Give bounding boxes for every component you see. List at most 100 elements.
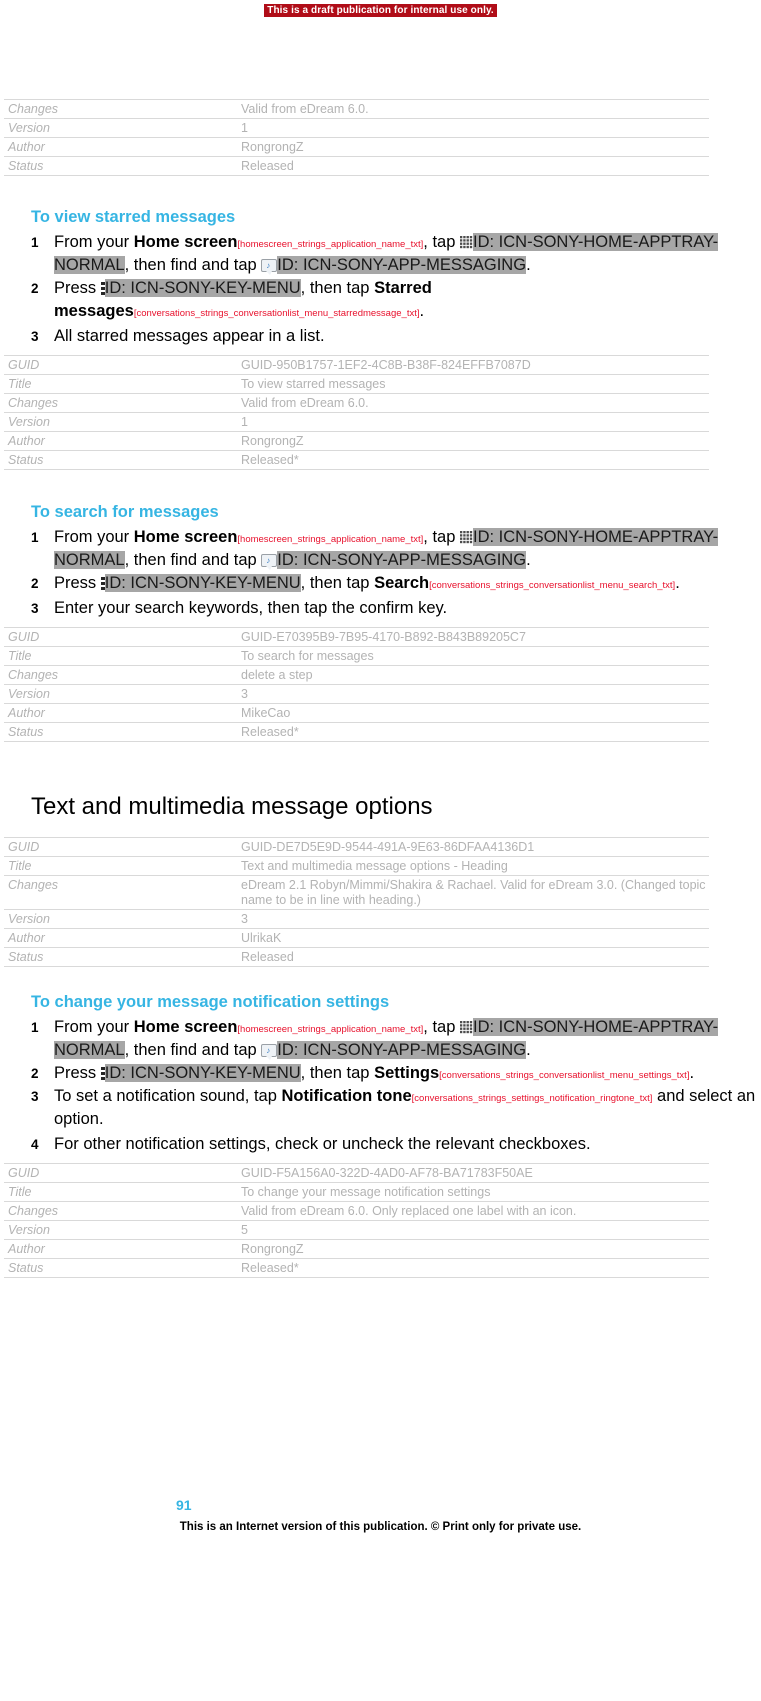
list-item: 3 Enter your search keywords, then tap t… bbox=[31, 597, 761, 620]
step-text-run: , then find and tap bbox=[124, 256, 262, 274]
step-text-run: . bbox=[526, 1041, 531, 1059]
step-text-run: To set a notification sound, tap bbox=[54, 1087, 282, 1105]
metadata-value: GUID-F5A156A0-322D-4AD0-AF78-BA71783F50A… bbox=[237, 1163, 709, 1183]
metadata-table-continuation: Changes Valid from eDream 6.0. Version 1… bbox=[4, 99, 709, 176]
key-menu-icon bbox=[100, 282, 105, 295]
table-row: GUID GUID-F5A156A0-322D-4AD0-AF78-BA71783… bbox=[4, 1163, 709, 1183]
metadata-key: Status bbox=[4, 1258, 237, 1278]
metadata-value: To search for messages bbox=[237, 646, 709, 666]
section-heading-starred: To view starred messages bbox=[31, 208, 236, 226]
table-row: Changes delete a step bbox=[4, 665, 709, 685]
step-text-run: . bbox=[526, 256, 531, 274]
step-text-run: , then tap bbox=[300, 279, 375, 297]
step-text-run: . bbox=[689, 1064, 695, 1082]
page-content: Changes Valid from eDream 6.0. Version 1… bbox=[0, 0, 761, 1278]
table-row: Version 5 bbox=[4, 1220, 709, 1240]
messaging-app-icon: ♪ bbox=[261, 259, 278, 275]
metadata-table-notification: GUID GUID-F5A156A0-322D-4AD0-AF78-BA71783… bbox=[4, 1163, 709, 1278]
table-row: Status Released* bbox=[4, 1258, 709, 1278]
metadata-value: 5 bbox=[237, 1220, 709, 1240]
table-row: GUID GUID-950B1757-1EF2-4C8B-B38F-824EFFB… bbox=[4, 355, 709, 375]
metadata-key: Status bbox=[4, 722, 237, 742]
table-row: Status Released* bbox=[4, 722, 709, 742]
key-menu-icon bbox=[100, 577, 105, 590]
metadata-value: delete a step bbox=[237, 665, 709, 685]
step-text-run: . bbox=[675, 574, 680, 592]
ui-label: Settings bbox=[374, 1064, 440, 1082]
metadata-table-chapter: GUID GUID-DE7D5E9D-9544-491A-9E63-86DFAA4… bbox=[4, 837, 709, 967]
step-text: Enter your search keywords, then tap the… bbox=[54, 599, 447, 617]
table-row: Version 3 bbox=[4, 909, 709, 929]
metadata-value: Released bbox=[237, 947, 709, 967]
table-row: GUID GUID-E70395B9-7B95-4170-B892-B843B89… bbox=[4, 627, 709, 647]
page-number: 91 bbox=[176, 1497, 192, 1513]
step-text-run: , tap bbox=[423, 1018, 460, 1036]
step-text: To set a notification sound, tap Notific… bbox=[54, 1087, 755, 1128]
table-row: Status Released* bbox=[4, 450, 709, 470]
icon-id-highlight: ID: ICN-SONY-APP-MESSAGING bbox=[277, 1041, 527, 1059]
metadata-key: GUID bbox=[4, 1163, 237, 1183]
icon-id-highlight: ID: ICN-SONY-APP-MESSAGING bbox=[277, 256, 527, 274]
step-text-run: Press bbox=[54, 574, 101, 592]
metadata-key: Title bbox=[4, 1182, 237, 1202]
metadata-value: MikeCao bbox=[237, 703, 709, 723]
metadata-key: Changes bbox=[4, 99, 237, 119]
metadata-key: Title bbox=[4, 646, 237, 666]
procedure-steps-starred: 1 From your Home screen[homescreen_strin… bbox=[31, 231, 761, 348]
table-row: Version 1 bbox=[4, 118, 709, 138]
table-row: Title To search for messages bbox=[4, 646, 709, 666]
metadata-key: GUID bbox=[4, 837, 237, 857]
list-item: 3 All starred messages appear in a list. bbox=[31, 325, 761, 348]
metadata-value: 3 bbox=[237, 909, 709, 929]
ui-label: Home screen bbox=[133, 528, 238, 546]
section-heading-search: To search for messages bbox=[31, 503, 219, 521]
metadata-key: Version bbox=[4, 1220, 237, 1240]
metadata-value: GUID-950B1757-1EF2-4C8B-B38F-824EFFB7087… bbox=[237, 355, 709, 375]
metadata-value: RongrongZ bbox=[237, 1239, 709, 1259]
step-number: 4 bbox=[31, 1137, 39, 1152]
metadata-value: Released bbox=[237, 156, 709, 176]
step-text: Press ID: ICN-SONY-KEY-MENU, then tap St… bbox=[54, 279, 432, 320]
step-text: All starred messages appear in a list. bbox=[54, 327, 325, 345]
step-number: 3 bbox=[31, 329, 39, 344]
string-id: [homescreen_strings_application_name_txt… bbox=[237, 534, 424, 545]
metadata-value: GUID-DE7D5E9D-9544-491A-9E63-86DFAA4136D… bbox=[237, 837, 709, 857]
messaging-app-icon: ♪ bbox=[261, 554, 278, 570]
ui-label: Notification tone bbox=[281, 1087, 412, 1105]
list-item: 1 From your Home screen[homescreen_strin… bbox=[31, 231, 761, 277]
table-row: Changes Valid from eDream 6.0. Only repla… bbox=[4, 1201, 709, 1221]
apptray-grid-icon bbox=[460, 1021, 473, 1034]
metadata-table-search: GUID GUID-E70395B9-7B95-4170-B892-B843B89… bbox=[4, 627, 709, 742]
section-heading-notification: To change your message notification sett… bbox=[31, 993, 390, 1011]
ui-label: Home screen bbox=[133, 1018, 238, 1036]
metadata-key: GUID bbox=[4, 355, 237, 375]
metadata-value: Valid from eDream 6.0. bbox=[237, 393, 709, 413]
metadata-value: Released* bbox=[237, 450, 709, 470]
step-number: 3 bbox=[31, 601, 39, 616]
step-text-run: Press bbox=[54, 1064, 101, 1082]
table-row: Author MikeCao bbox=[4, 703, 709, 723]
table-row: Author RongrongZ bbox=[4, 431, 709, 451]
metadata-key: Author bbox=[4, 431, 237, 451]
metadata-value: Text and multimedia message options - He… bbox=[237, 856, 709, 876]
metadata-key: Changes bbox=[4, 393, 237, 413]
metadata-key: Title bbox=[4, 374, 237, 394]
metadata-rows: GUID GUID-E70395B9-7B95-4170-B892-B843B89… bbox=[4, 627, 709, 742]
step-text: For other notification settings, check o… bbox=[54, 1135, 591, 1153]
step-text-run: , then tap bbox=[300, 574, 375, 592]
metadata-value: GUID-E70395B9-7B95-4170-B892-B843B89205C… bbox=[237, 627, 709, 647]
list-item: 3 To set a notification sound, tap Notif… bbox=[31, 1085, 761, 1131]
metadata-key: Changes bbox=[4, 665, 237, 685]
table-row: Title To view starred messages bbox=[4, 374, 709, 394]
step-text-run: , tap bbox=[423, 528, 460, 546]
metadata-value: To view starred messages bbox=[237, 374, 709, 394]
string-id: [conversations_strings_conversationlist_… bbox=[439, 1070, 690, 1081]
step-text-run: , then find and tap bbox=[124, 1041, 262, 1059]
step-text-run: For other notification settings, check o… bbox=[54, 1135, 591, 1153]
metadata-key: Author bbox=[4, 928, 237, 948]
metadata-rows: Changes Valid from eDream 6.0. Version 1… bbox=[4, 99, 709, 176]
step-text: From your Home screen[homescreen_strings… bbox=[54, 1018, 719, 1060]
string-id: [conversations_strings_conversationlist_… bbox=[133, 308, 420, 319]
step-text-run: From your bbox=[54, 528, 134, 546]
icon-id-highlight: ID: ICN-SONY-KEY-MENU bbox=[104, 279, 301, 297]
